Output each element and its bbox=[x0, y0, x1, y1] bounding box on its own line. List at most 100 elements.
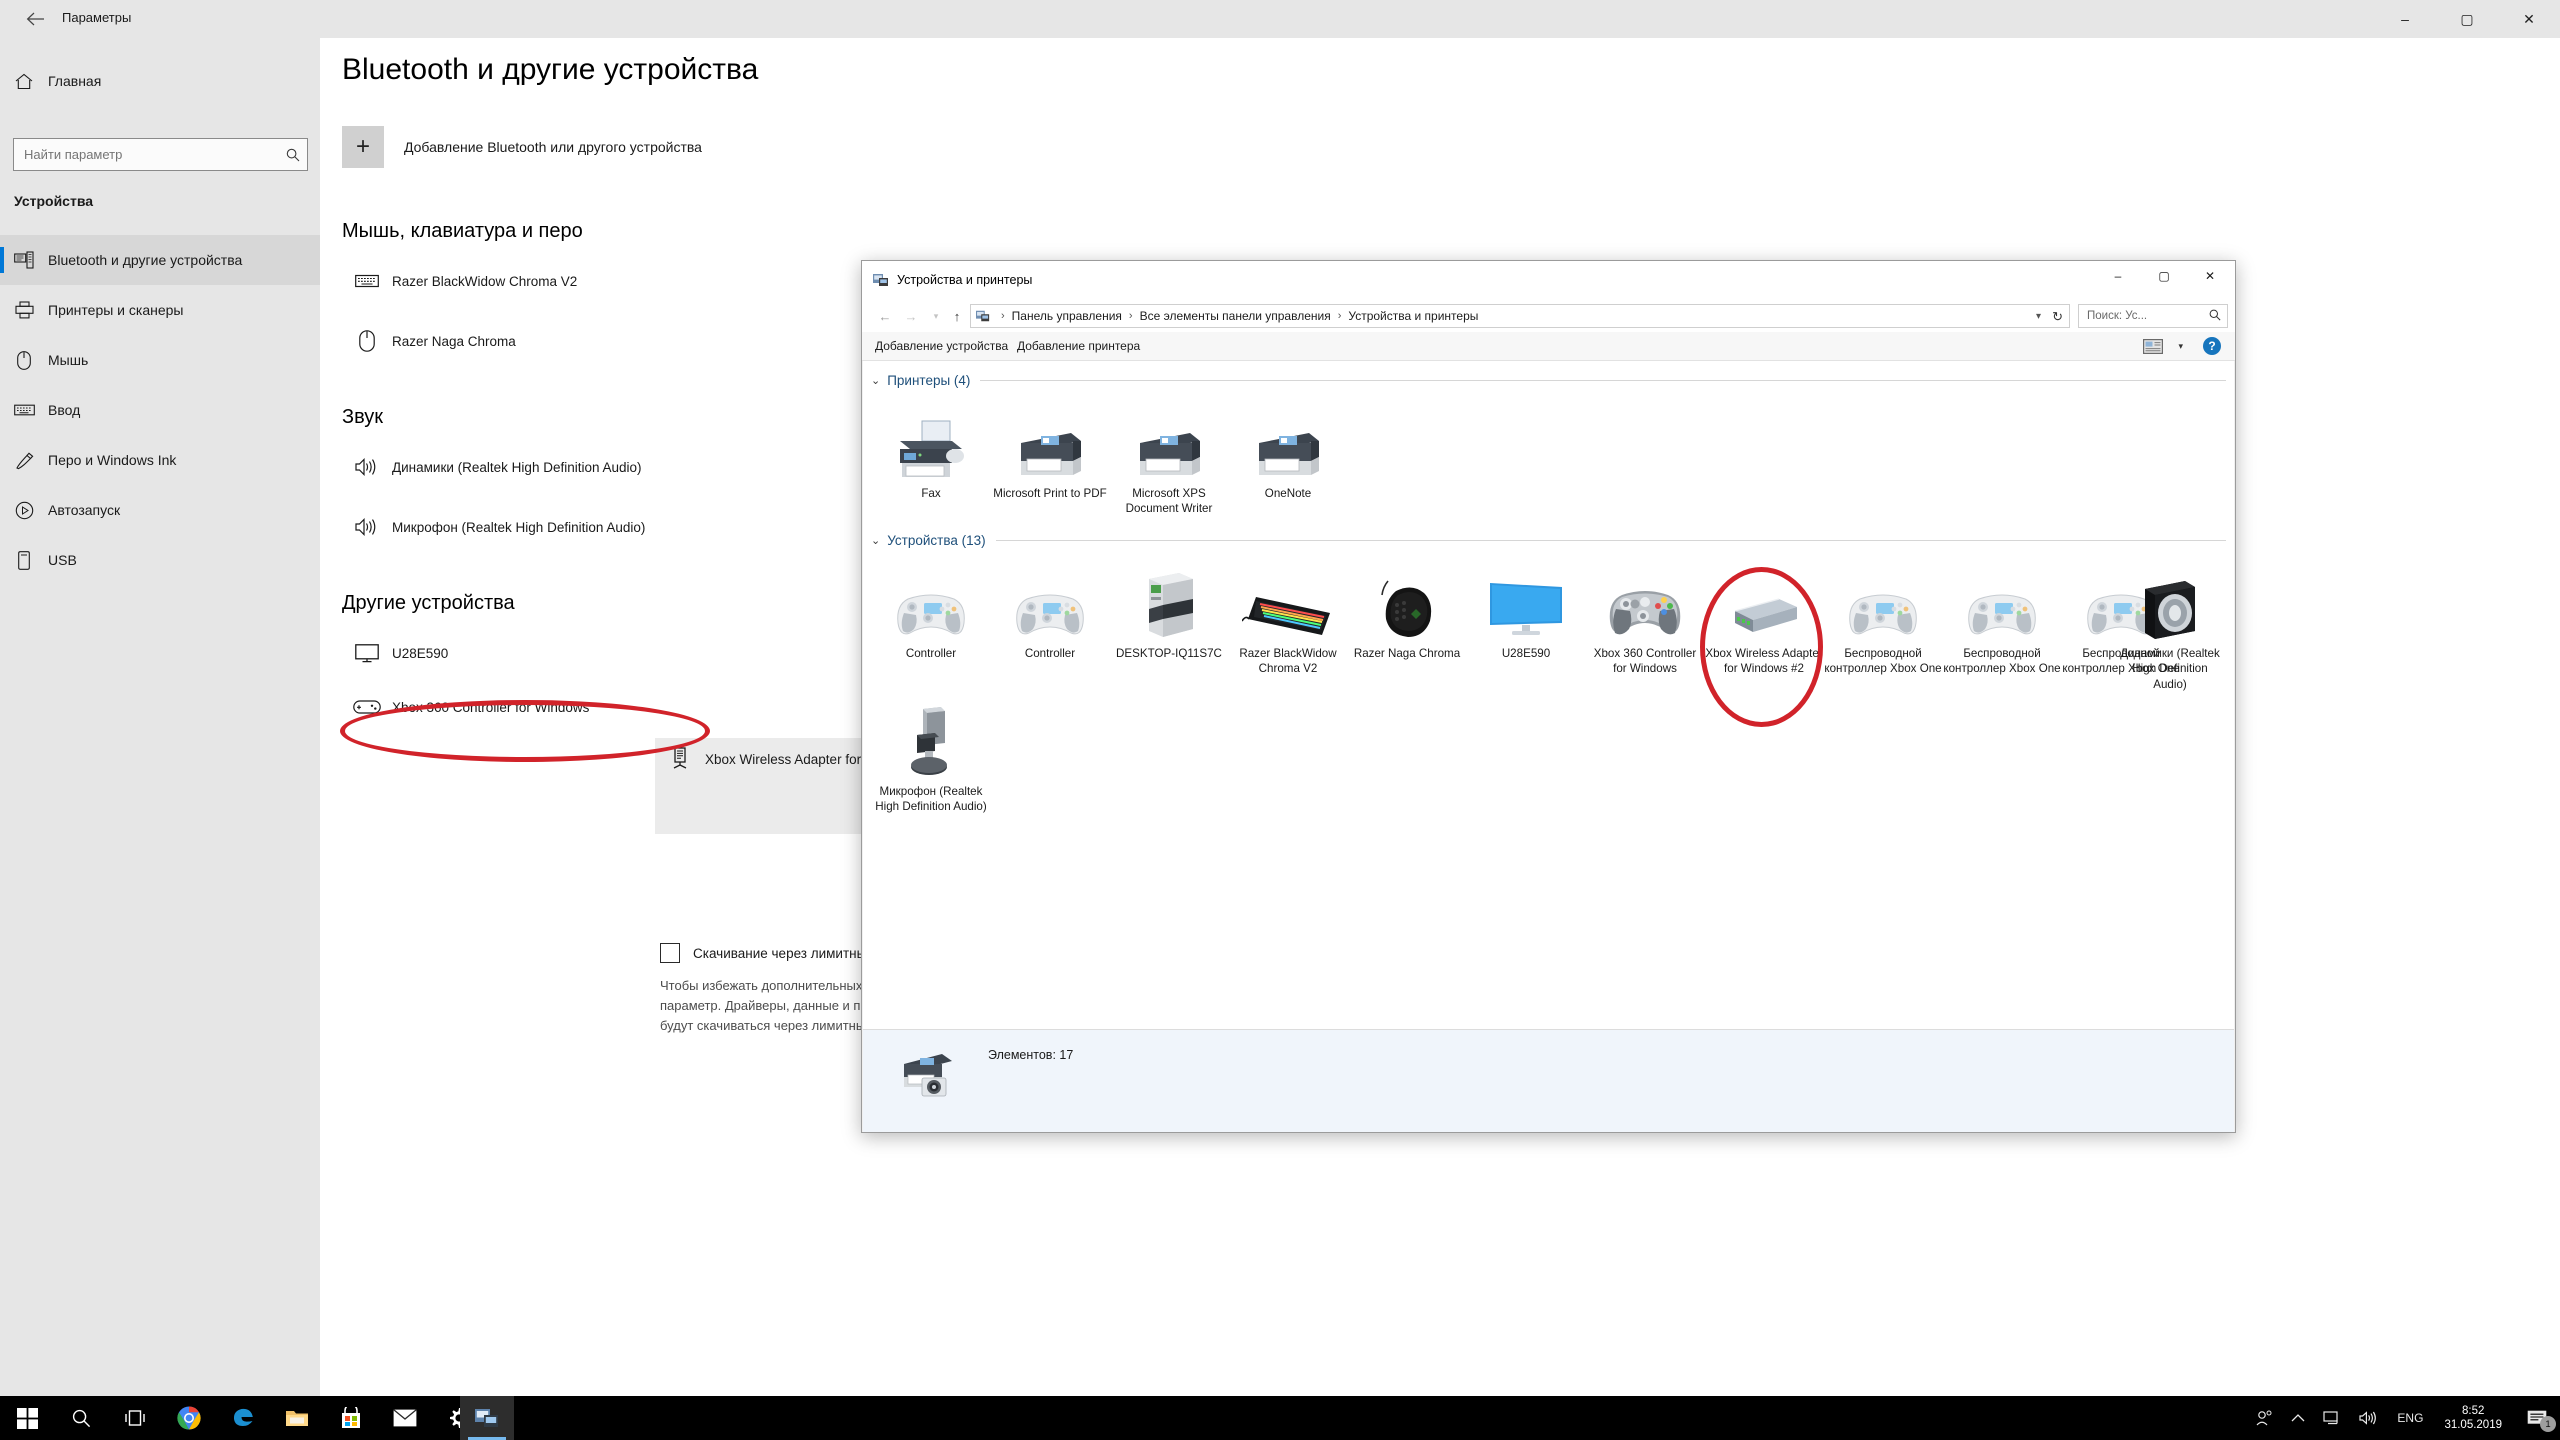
section-header-printers[interactable]: ⌄ Принтеры (4) bbox=[871, 373, 2226, 388]
sidebar-item-pen[interactable]: Перо и Windows Ink bbox=[0, 435, 320, 485]
add-device-toolbar-button[interactable]: Добавление устройства bbox=[875, 339, 1008, 353]
device-tile[interactable]: Динамики (Realtek High Definition Audio) bbox=[2115, 563, 2225, 692]
device-tile[interactable]: Беспроводной контроллер Xbox One bbox=[1824, 563, 1942, 677]
device-tile[interactable]: Controller bbox=[872, 563, 990, 661]
settings-window-title: Параметры bbox=[62, 10, 132, 25]
notification-center-button[interactable]: 1 bbox=[2514, 1396, 2560, 1440]
razer-mouse-icon bbox=[1348, 563, 1466, 641]
help-button[interactable]: ? bbox=[2203, 337, 2221, 355]
back-arrow-icon[interactable] bbox=[12, 4, 58, 34]
speaker-icon bbox=[342, 517, 392, 537]
sidebar-item-usb[interactable]: USB bbox=[0, 535, 320, 585]
edge-icon[interactable] bbox=[216, 1396, 270, 1440]
view-layout-icon[interactable] bbox=[2143, 339, 2163, 355]
sidebar-nav-list: Bluetooth и другие устройства Принтеры и… bbox=[0, 235, 320, 585]
up-arrow-icon[interactable]: ↑ bbox=[945, 304, 969, 328]
clock-date: 31.05.2019 bbox=[2444, 1419, 2502, 1431]
task-view-icon[interactable] bbox=[108, 1396, 162, 1440]
chevron-down-icon[interactable]: ▾ bbox=[2036, 311, 2041, 322]
sidebar-item-mouse[interactable]: Мышь bbox=[0, 335, 320, 385]
device-tile[interactable]: Controller bbox=[991, 563, 1109, 661]
device-tile[interactable]: U28E590 bbox=[1467, 563, 1585, 661]
device-row[interactable]: Razer BlackWidow Chroma V2 bbox=[342, 260, 802, 302]
sidebar-item-label: Перо и Windows Ink bbox=[48, 452, 177, 468]
sidebar-item-printers[interactable]: Принтеры и сканеры bbox=[0, 285, 320, 335]
device-tile[interactable]: Xbox 360 Controller for Windows bbox=[1586, 563, 1704, 677]
mouse-icon bbox=[0, 350, 48, 370]
mail-icon[interactable] bbox=[378, 1396, 432, 1440]
device-tile[interactable]: Микрофон (Realtek High Definition Audio) bbox=[872, 701, 990, 815]
minimize-button[interactable]: – bbox=[2374, 0, 2436, 38]
control-panel-button[interactable] bbox=[460, 1396, 514, 1440]
forward-arrow-icon[interactable]: → bbox=[899, 304, 923, 328]
folder-icon[interactable] bbox=[270, 1396, 324, 1440]
search-box[interactable] bbox=[13, 138, 308, 171]
device-tile[interactable]: Razer BlackWidow Chroma V2 bbox=[1229, 563, 1347, 677]
maximize-button[interactable]: ▢ bbox=[2436, 0, 2498, 38]
cp-close-button[interactable]: ✕ bbox=[2187, 261, 2233, 291]
section-title: Устройства (13) bbox=[887, 533, 986, 548]
device-row[interactable]: Xbox 360 Controller for Windows bbox=[342, 686, 802, 728]
chevron-down-icon[interactable]: ⌄ bbox=[871, 374, 880, 387]
language-indicator[interactable]: ENG bbox=[2388, 1396, 2432, 1440]
device-tile-label: Controller bbox=[905, 647, 957, 660]
start-button[interactable] bbox=[0, 1396, 54, 1440]
breadcrumb-item[interactable]: Панель управления bbox=[1012, 309, 1122, 323]
control-panel-titlebar: Устройства и принтеры – ▢ ✕ bbox=[862, 261, 2235, 299]
device-row[interactable]: Динамики (Realtek High Definition Audio) bbox=[342, 446, 802, 488]
wireless-adapter-icon bbox=[1705, 563, 1823, 641]
xbox-controller-white-icon bbox=[1943, 563, 2061, 641]
breadcrumb-item[interactable]: Устройства и принтеры bbox=[1348, 309, 1478, 323]
people-icon[interactable] bbox=[2246, 1396, 2282, 1440]
device-tile[interactable]: OneNote bbox=[1229, 403, 1347, 501]
sidebar-item-autoplay[interactable]: Автозапуск bbox=[0, 485, 320, 535]
device-tile[interactable]: Razer Naga Chroma bbox=[1348, 563, 1466, 661]
add-device-button[interactable]: + Добавление Bluetooth или другого устро… bbox=[342, 126, 702, 168]
volume-icon[interactable] bbox=[2350, 1396, 2388, 1440]
printer-camera-icon bbox=[900, 1048, 958, 1100]
device-name: Динамики (Realtek High Definition Audio) bbox=[392, 459, 642, 475]
search-input[interactable] bbox=[14, 147, 279, 162]
device-tile-label: Fax bbox=[921, 487, 941, 500]
chevron-up-icon[interactable] bbox=[2282, 1396, 2314, 1440]
cp-minimize-button[interactable]: – bbox=[2095, 261, 2141, 291]
chevron-down-icon[interactable]: ▾ bbox=[2178, 341, 2183, 352]
device-tile[interactable]: DESKTOP-IQ11S7C bbox=[1110, 563, 1228, 661]
refresh-icon[interactable]: ↻ bbox=[2052, 309, 2063, 325]
search-icon[interactable] bbox=[2203, 309, 2227, 324]
chrome-icon[interactable] bbox=[162, 1396, 216, 1440]
back-arrow-icon[interactable]: ← bbox=[873, 304, 897, 328]
search-icon[interactable] bbox=[279, 148, 307, 162]
device-row[interactable]: Микрофон (Realtek High Definition Audio) bbox=[342, 506, 802, 548]
cp-search-box[interactable]: Поиск: Ус... bbox=[2078, 304, 2228, 328]
page-title: Bluetooth и другие устройства bbox=[342, 53, 759, 86]
device-row[interactable]: Razer Naga Chroma bbox=[342, 320, 802, 362]
breadcrumb[interactable]: › Панель управления › Все элементы панел… bbox=[970, 304, 2070, 328]
sidebar-item-typing[interactable]: Ввод bbox=[0, 385, 320, 435]
taskbar: ENG 8:52 31.05.2019 1 bbox=[0, 1396, 2560, 1440]
section-heading-other-devices: Другие устройства bbox=[342, 592, 515, 614]
device-tile[interactable]: Microsoft XPS Document Writer bbox=[1110, 403, 1228, 517]
network-icon[interactable] bbox=[2314, 1396, 2350, 1440]
device-tile[interactable]: Fax bbox=[872, 403, 990, 501]
add-printer-toolbar-button[interactable]: Добавление принтера bbox=[1017, 339, 1140, 353]
breadcrumb-item[interactable]: Все элементы панели управления bbox=[1140, 309, 1331, 323]
device-tile[interactable]: Microsoft Print to PDF bbox=[991, 403, 1109, 501]
clock[interactable]: 8:52 31.05.2019 bbox=[2432, 1404, 2514, 1433]
store-icon[interactable] bbox=[324, 1396, 378, 1440]
printer-icon bbox=[991, 403, 1109, 481]
cp-maximize-button[interactable]: ▢ bbox=[2141, 261, 2187, 291]
control-panel-window: Устройства и принтеры – ▢ ✕ ← → ▾ ↑ › Па… bbox=[861, 260, 2236, 1133]
device-tile-highlighted[interactable]: Xbox Wireless Adapter for Windows #2 bbox=[1705, 563, 1823, 677]
speaker-box-icon bbox=[2115, 563, 2225, 641]
device-tile[interactable]: Беспроводной контроллер Xbox One bbox=[1943, 563, 2061, 677]
sidebar-item-home[interactable]: Главная bbox=[0, 58, 320, 104]
sidebar-item-bluetooth[interactable]: Bluetooth и другие устройства bbox=[0, 235, 320, 285]
chevron-down-icon[interactable]: ⌄ bbox=[871, 534, 880, 547]
search-icon[interactable] bbox=[54, 1396, 108, 1440]
sidebar-item-label: Ввод bbox=[48, 402, 81, 418]
metered-checkbox[interactable] bbox=[660, 943, 680, 963]
device-row[interactable]: U28E590 bbox=[342, 632, 802, 674]
close-button[interactable]: ✕ bbox=[2498, 0, 2560, 38]
section-header-devices[interactable]: ⌄ Устройства (13) bbox=[871, 533, 2226, 548]
